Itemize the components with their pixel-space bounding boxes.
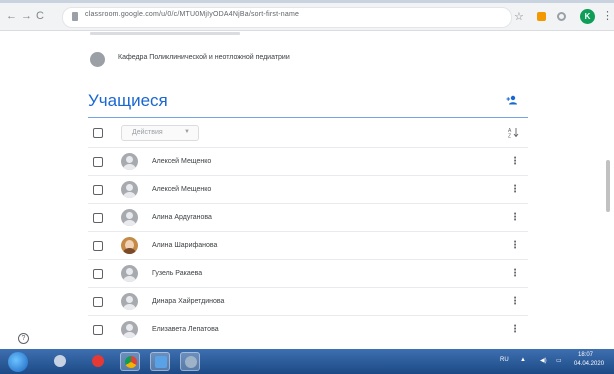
person-add-icon[interactable] — [506, 95, 518, 107]
start-button[interactable] — [8, 352, 28, 372]
taskbar-app-icon[interactable] — [180, 352, 200, 371]
more-options-icon[interactable]: ⋮ — [510, 268, 520, 279]
opera-icon — [92, 355, 104, 367]
student-name[interactable]: Елизавета Лепатова — [152, 326, 219, 333]
row-divider — [88, 259, 528, 260]
profile-avatar[interactable]: K — [580, 9, 595, 24]
row-divider — [88, 231, 528, 232]
avatar-body — [123, 192, 136, 198]
app-glyph-icon — [155, 356, 167, 368]
forward-button[interactable]: → — [21, 9, 32, 23]
avatar-body — [123, 276, 136, 282]
tray-arrow-icon[interactable]: ▲ — [520, 357, 526, 363]
student-name[interactable]: Гузель Ракаева — [152, 270, 202, 277]
clock-time[interactable]: 18:07 — [578, 352, 593, 358]
taskbar-chrome-icon[interactable] — [120, 352, 140, 371]
avatar-head — [126, 184, 133, 191]
back-button[interactable]: ← — [6, 9, 17, 23]
avatar-body — [123, 164, 136, 170]
avatar — [121, 153, 138, 170]
avatar — [121, 293, 138, 310]
avatar — [121, 321, 138, 338]
lock-icon — [72, 12, 78, 21]
student-checkbox[interactable] — [93, 241, 103, 251]
svg-text:Z: Z — [508, 134, 511, 139]
help-icon[interactable]: ? — [18, 333, 29, 344]
url-text: classroom.google.com/u/0/c/MTU0MjIyODA4N… — [85, 11, 300, 18]
avatar-head — [126, 324, 133, 331]
teacher-name: Кафедра Поликлинической и неотложной пед… — [118, 54, 290, 61]
taskbar: RU ▲ ◀) ▭ — [0, 349, 614, 374]
actions-label: Действия — [132, 129, 163, 136]
student-checkbox[interactable] — [93, 157, 103, 167]
actions-dropdown[interactable]: Действия ▼ — [121, 125, 199, 141]
student-checkbox[interactable] — [93, 213, 103, 223]
language-indicator[interactable]: RU — [500, 357, 509, 363]
avatar-body — [123, 220, 136, 226]
student-name[interactable]: Алексей Мещенко — [152, 186, 211, 193]
student-checkbox[interactable] — [93, 297, 103, 307]
avatar — [121, 181, 138, 198]
teachers-heading-partial — [90, 32, 240, 35]
person-add-icon-svg — [506, 95, 517, 105]
avatar — [90, 52, 105, 67]
avatar-body — [123, 332, 136, 338]
section-divider — [88, 117, 528, 118]
browser-menu-icon[interactable]: ⋮ — [602, 9, 613, 22]
avatar — [121, 209, 138, 226]
student-name[interactable]: Алина Ардуганова — [152, 214, 212, 221]
student-checkbox[interactable] — [93, 269, 103, 279]
more-options-icon[interactable]: ⋮ — [510, 324, 520, 335]
student-name[interactable]: Динара Хайретдинова — [152, 298, 224, 305]
network-icon[interactable]: ▭ — [556, 357, 562, 364]
avatar-head — [126, 296, 133, 303]
more-options-icon[interactable]: ⋮ — [510, 296, 520, 307]
avatar-head — [126, 212, 133, 219]
sort-az-icon-svg: A Z — [508, 128, 519, 140]
row-divider — [88, 147, 528, 148]
select-all-checkbox[interactable] — [93, 128, 103, 138]
avatar — [121, 237, 138, 254]
app-glyph-icon — [54, 355, 66, 367]
avatar-head — [126, 156, 133, 163]
more-options-icon[interactable]: ⋮ — [510, 184, 520, 195]
more-options-icon[interactable]: ⋮ — [510, 240, 520, 251]
avatar-head — [126, 268, 133, 275]
chrome-icon — [125, 356, 137, 368]
row-divider — [88, 175, 528, 176]
extension-icon-2[interactable] — [557, 12, 566, 21]
clock-date[interactable]: 04.04.2020 — [574, 361, 604, 367]
students-title: Учащиеся — [88, 91, 168, 110]
taskbar-app-icon[interactable] — [50, 352, 70, 371]
avatar-body — [123, 248, 136, 254]
browser-toolbar: ← → C classroom.google.com/u/0/c/MTU0MjI… — [0, 3, 614, 31]
sort-az-icon[interactable]: A Z — [508, 127, 519, 140]
more-options-icon[interactable]: ⋮ — [510, 212, 520, 223]
volume-icon[interactable]: ◀) — [540, 357, 547, 364]
bookmark-star-icon[interactable]: ☆ — [514, 10, 524, 23]
taskbar-opera-icon[interactable] — [88, 352, 108, 371]
address-bar[interactable]: classroom.google.com/u/0/c/MTU0MjIyODA4N… — [62, 7, 512, 28]
avatar-body — [123, 304, 136, 310]
taskbar-app-icon[interactable] — [150, 352, 170, 371]
reload-button[interactable]: C — [36, 9, 44, 23]
row-divider — [88, 203, 528, 204]
student-name[interactable]: Алина Шарифанова — [152, 242, 217, 249]
app-glyph-icon — [185, 356, 197, 368]
student-checkbox[interactable] — [93, 185, 103, 195]
extension-icon[interactable] — [537, 12, 546, 21]
more-options-icon[interactable]: ⋮ — [510, 156, 520, 167]
chevron-down-icon: ▼ — [184, 129, 190, 135]
row-divider — [88, 315, 528, 316]
student-name[interactable]: Алексей Мещенко — [152, 158, 211, 165]
student-checkbox[interactable] — [93, 325, 103, 335]
row-divider — [88, 287, 528, 288]
avatar — [121, 265, 138, 282]
scrollbar[interactable] — [606, 160, 610, 212]
